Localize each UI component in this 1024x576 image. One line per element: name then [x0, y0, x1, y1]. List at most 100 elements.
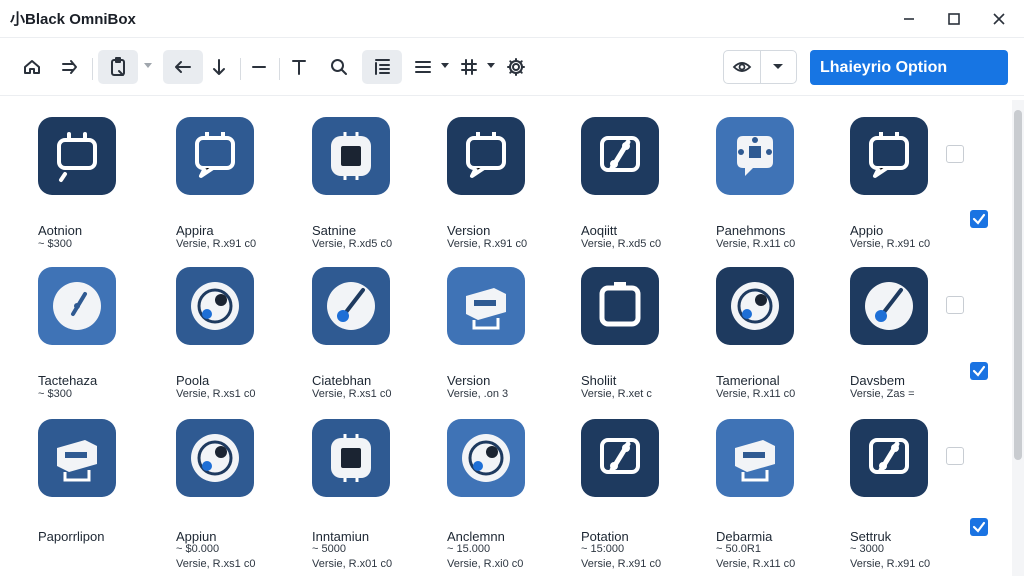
- vertical-scrollbar[interactable]: [1012, 100, 1024, 576]
- app-card[interactable]: Version Versie, .on 3: [447, 267, 567, 407]
- grid-caret-icon[interactable]: [487, 63, 495, 68]
- app-card[interactable]: Inntamiun ~ 5000 Versie, R.x01 c0: [312, 419, 432, 570]
- app-name: Inntamiun: [312, 529, 370, 544]
- app-meta: ~ 15.000: [447, 543, 491, 555]
- app-meta: Versie, R.x91 c0: [850, 238, 931, 250]
- grid-button[interactable]: [454, 50, 484, 84]
- app-card[interactable]: Aotnion ~ $300: [38, 117, 158, 257]
- app-meta: ~ $300: [38, 238, 72, 250]
- network-chat-icon[interactable]: [716, 117, 794, 195]
- app-card[interactable]: Settruk ~ 3000 Versie, R.x91 c0: [850, 419, 970, 570]
- home-icon: [24, 60, 40, 74]
- app-card[interactable]: Ciatebhan Versie, R.xs1 c0: [312, 267, 432, 407]
- forward-button[interactable]: [54, 50, 86, 84]
- app-meta: Versie, R.xd5 c0: [312, 238, 393, 250]
- app-name: Paporrlipon: [38, 529, 105, 544]
- device-icon[interactable]: [38, 419, 116, 497]
- down-button[interactable]: [204, 50, 234, 84]
- device-icon[interactable]: [716, 419, 794, 497]
- app-card[interactable]: Appio Versie, R.x91 c0: [850, 117, 970, 257]
- clipboard-button[interactable]: [98, 50, 138, 84]
- app-card[interactable]: Tactehaza ~ $300: [38, 267, 158, 407]
- chevron-down-icon: [773, 64, 784, 69]
- app-card[interactable]: Tamerional Versie, R.x11 c0: [716, 267, 836, 407]
- app-card[interactable]: Poola Versie, R.xs1 c0: [176, 267, 296, 407]
- view-dropdown-button[interactable]: [759, 51, 797, 83]
- app-version: Versie, R.xs1 c0: [176, 558, 256, 570]
- chat-screen-icon[interactable]: [176, 117, 254, 195]
- app-meta: Versie, R.x91 c0: [176, 238, 257, 250]
- app-card[interactable]: Appiun ~ $0.000 Versie, R.xs1 c0: [176, 419, 296, 570]
- app-card[interactable]: Version Versie, R.x91 c0: [447, 117, 567, 257]
- app-meta: ~ 15:000: [581, 543, 625, 555]
- link-screen-icon[interactable]: [850, 419, 928, 497]
- primary-option-button[interactable]: Lhaieyrio Option: [810, 50, 1008, 85]
- check-icon: [972, 213, 986, 225]
- search-button[interactable]: [324, 50, 354, 84]
- view-toggle[interactable]: [723, 50, 797, 84]
- app-name: Aotnion: [38, 223, 83, 238]
- chip-icon[interactable]: [312, 419, 390, 497]
- view-eye-button[interactable]: [724, 51, 760, 83]
- app-card[interactable]: Potation ~ 15:000 Versie, R.x91 c0: [581, 419, 701, 570]
- row-checkbox[interactable]: [970, 210, 988, 228]
- minus-button[interactable]: [244, 50, 274, 84]
- align-button[interactable]: [408, 50, 438, 84]
- clock-icon[interactable]: [38, 267, 116, 345]
- app-card[interactable]: Davsbem Versie, Zas =: [850, 267, 970, 407]
- text-button[interactable]: [284, 50, 314, 84]
- target-icon[interactable]: [176, 267, 254, 345]
- row-checkbox[interactable]: [946, 447, 964, 465]
- row-checkbox[interactable]: [946, 296, 964, 314]
- link-screen-icon[interactable]: [581, 117, 659, 195]
- row-checkbox[interactable]: [970, 362, 988, 380]
- compass-icon[interactable]: [850, 267, 928, 345]
- app-name: Debarmia: [716, 529, 773, 544]
- chat-screen-icon[interactable]: [447, 117, 525, 195]
- app-name: Version: [447, 373, 491, 388]
- minimize-button[interactable]: [889, 4, 929, 34]
- compass-icon[interactable]: [312, 267, 390, 345]
- row-checkbox[interactable]: [970, 518, 988, 536]
- line-spacing-button[interactable]: [362, 50, 402, 84]
- gear-icon: [507, 58, 525, 76]
- app-card[interactable]: Appira Versie, R.x91 c0: [176, 117, 296, 257]
- app-meta: Versie, R.xs1 c0: [176, 388, 256, 400]
- app-card[interactable]: Aoqiitt Versie, R.xd5 c0: [581, 117, 701, 257]
- app-grid: Aotnion ~ $300 Appira Versie, R.x91 c0 Satni…: [0, 100, 1010, 576]
- target-icon[interactable]: [716, 267, 794, 345]
- link-screen-icon[interactable]: [581, 419, 659, 497]
- search-icon: [331, 59, 347, 75]
- app-card[interactable]: Debarmia ~ 50.0R1 Versie, R.x11 c0: [716, 419, 836, 570]
- app-title: 小Black OmniBox: [10, 11, 136, 28]
- app-name: Davsbem: [850, 373, 905, 388]
- scrollbar-thumb[interactable]: [1014, 110, 1022, 460]
- app-meta: Versie, .on 3: [447, 388, 509, 400]
- clipboard-caret-icon[interactable]: [144, 63, 152, 68]
- app-name: Tamerional: [716, 373, 780, 388]
- row-checkbox[interactable]: [946, 145, 964, 163]
- align-caret-icon[interactable]: [441, 63, 449, 68]
- home-button[interactable]: [16, 50, 48, 84]
- monitor-icon[interactable]: [38, 117, 116, 195]
- target-icon[interactable]: [176, 419, 254, 497]
- chip-icon[interactable]: [312, 117, 390, 195]
- app-name: Aoqiitt: [581, 223, 618, 238]
- back-button[interactable]: [163, 50, 203, 84]
- app-card[interactable]: Anclemnn ~ 15.000 Versie, R.xi0 c0: [447, 419, 567, 570]
- maximize-icon: [948, 13, 960, 25]
- app-name: Version: [447, 223, 491, 238]
- app-name: Appiun: [176, 529, 217, 544]
- app-card[interactable]: Paporrlipon: [38, 419, 158, 559]
- window-icon[interactable]: [581, 267, 659, 345]
- chat-screen-icon[interactable]: [850, 117, 928, 195]
- target-icon[interactable]: [447, 419, 525, 497]
- app-name: Anclemnn: [447, 529, 505, 544]
- maximize-button[interactable]: [934, 4, 974, 34]
- close-button[interactable]: [979, 4, 1019, 34]
- app-card[interactable]: Sholiit Versie, R.xet c: [581, 267, 701, 407]
- settings-button[interactable]: [501, 50, 531, 84]
- device-icon[interactable]: [447, 267, 525, 345]
- app-card[interactable]: Panehmons Versie, R.x11 c0: [716, 117, 836, 257]
- app-card[interactable]: Satnine Versie, R.xd5 c0: [312, 117, 432, 257]
